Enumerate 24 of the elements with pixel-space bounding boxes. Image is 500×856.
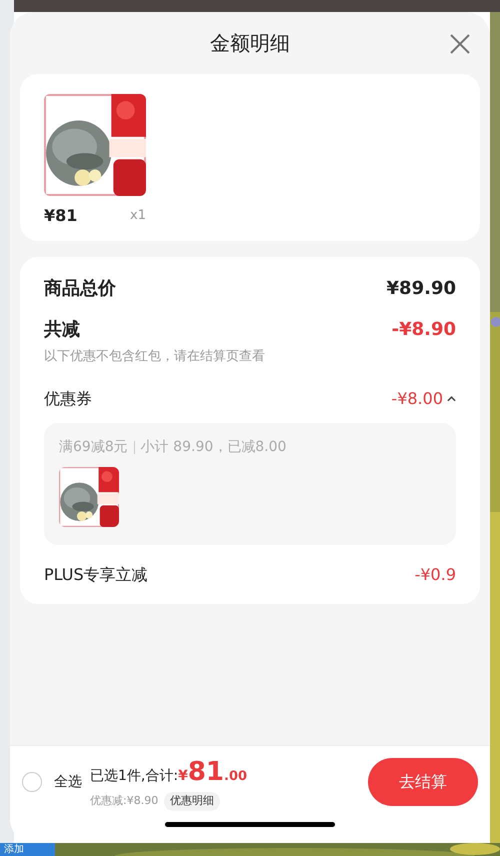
- coupon-detail: 小计 89.90，已减8.00: [140, 438, 286, 456]
- details-button[interactable]: 优惠明细: [164, 792, 220, 811]
- total-label: 商品总价: [44, 277, 116, 301]
- total-amount: ¥89.90: [386, 277, 456, 301]
- checkout-button[interactable]: 去结算: [368, 758, 478, 806]
- product-quantity: x1: [130, 207, 146, 226]
- discount-summary: 优惠减:¥8.90: [90, 793, 158, 810]
- discount-label: 共减: [44, 318, 80, 342]
- plus-label: PLUS专享立减: [44, 564, 148, 586]
- discount-amount: -¥8.90: [392, 318, 456, 342]
- select-all-checkbox[interactable]: [22, 772, 42, 792]
- sheet-title: 金额明细: [210, 30, 290, 57]
- caret-icon[interactable]: [447, 396, 456, 402]
- coupon-amount: -¥8.00: [391, 388, 443, 410]
- plus-amount: -¥0.9: [414, 564, 456, 586]
- order-total: ¥81.00: [178, 756, 248, 790]
- add-button[interactable]: 添加: [0, 843, 55, 856]
- selected-summary: 已选1件,合计:: [90, 767, 178, 786]
- coupon-label: 优惠券: [44, 388, 92, 410]
- discount-note: 以下优惠不包含红包，请在结算页查看: [44, 348, 266, 366]
- close-icon[interactable]: [450, 34, 470, 54]
- select-all-label[interactable]: 全选: [54, 772, 82, 792]
- product-price: ¥81: [44, 205, 78, 227]
- coupon-rule: 满69减8元: [59, 438, 128, 456]
